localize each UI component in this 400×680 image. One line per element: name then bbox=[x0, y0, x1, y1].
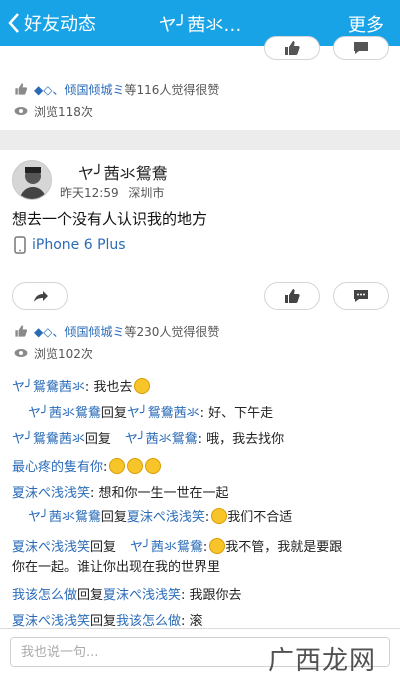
reply-word: 回复 bbox=[90, 540, 117, 555]
comment-reply-to[interactable]: ヤ╯鴛鴦茜氺 bbox=[127, 406, 200, 421]
post-location: 深圳市 bbox=[128, 186, 165, 200]
comment-author[interactable]: 夏沫ぺ浅浅笑 bbox=[12, 540, 90, 555]
comment-item[interactable]: 我该怎么做回复夏沫ぺ浅浅笑: 我跟你去 bbox=[12, 584, 242, 603]
share-icon bbox=[34, 291, 48, 302]
comment-item[interactable]: 最心疼的隻有你: bbox=[12, 456, 162, 475]
likes-row: ◆◇、倾国倾城ミ 等230人觉得很赞 bbox=[12, 322, 219, 340]
comment-icon bbox=[354, 290, 368, 302]
views-row: 浏览102次 bbox=[12, 344, 93, 362]
comment-reply-to[interactable]: 我该怎么做 bbox=[116, 614, 181, 629]
liker-name[interactable]: ◆◇、倾国倾城ミ bbox=[34, 81, 124, 98]
comment-author[interactable]: ヤ╯鴛鴦茜氺 bbox=[12, 432, 85, 447]
views-text: 浏览102次 bbox=[34, 346, 93, 361]
thumbs-up-icon bbox=[285, 41, 300, 55]
post-meta: 昨天12:59 深圳市 bbox=[60, 184, 164, 201]
comment-colon: : bbox=[204, 510, 210, 525]
comment-author[interactable]: ヤ╯鴛鴦茜氺 bbox=[12, 380, 85, 395]
comment-reply-to[interactable]: 夏沫ぺ浅浅笑 bbox=[103, 588, 181, 603]
reply-word: 回复 bbox=[77, 588, 104, 603]
comment-button[interactable] bbox=[333, 282, 389, 310]
thumbs-up-icon bbox=[285, 289, 300, 303]
comment-item[interactable]: 夏沫ぺ浅浅笑回复 ヤ╯茜氺鴛鴦: 我不管，我就是要跟 bbox=[12, 536, 342, 555]
laugh-emoji-icon bbox=[134, 378, 151, 394]
comment-text: : 我也去 bbox=[84, 380, 133, 395]
comment-reply-to[interactable]: 夏沫ぺ浅浅笑 bbox=[127, 510, 205, 525]
device-label: iPhone 6 Plus bbox=[14, 236, 126, 254]
comment-text: : 好、下午走 bbox=[199, 406, 274, 421]
thumbs-up-icon bbox=[12, 80, 30, 98]
reply-word: 回复 bbox=[90, 614, 117, 629]
reply-word: 回复 bbox=[100, 406, 127, 421]
post-card-2: ヤ╯茜氺鴛鴦 昨天12:59 深圳市 想去一个没有人认识我的地方 iPhone … bbox=[0, 150, 400, 629]
likes-text: 等230人觉得很赞 bbox=[124, 324, 220, 339]
device-name: iPhone 6 Plus bbox=[32, 237, 126, 253]
comment-author[interactable]: 夏沫ぺ浅浅笑 bbox=[12, 614, 90, 629]
comment-author[interactable]: 夏沫ぺ浅浅笑 bbox=[12, 486, 90, 501]
comment-text: : bbox=[103, 460, 108, 475]
comment-item[interactable]: ヤ╯鴛鴦茜氺: 我也去 bbox=[12, 376, 151, 395]
comment-item[interactable]: 夏沫ぺ浅浅笑: 想和你一生一世在一起 bbox=[12, 482, 229, 501]
comment-text: : 想和你一生一世在一起 bbox=[90, 486, 229, 501]
likes-row: ◆◇、倾国倾城ミ 等116人觉得很赞 bbox=[12, 80, 219, 98]
comment-text: : 哦，我去找你 bbox=[197, 432, 285, 447]
phone-icon bbox=[14, 236, 26, 254]
comment-item[interactable]: ヤ╯鴛鴦茜氺回复 ヤ╯茜氺鴛鴦: 哦，我去找你 bbox=[12, 428, 284, 447]
views-row: 浏览118次 bbox=[12, 102, 93, 120]
comment-text: 我们不合适 bbox=[227, 510, 293, 525]
views-text: 浏览118次 bbox=[34, 104, 93, 119]
like-button[interactable] bbox=[264, 282, 320, 310]
thinking-emoji-icon bbox=[211, 508, 228, 524]
watermark: 广西龙网 bbox=[268, 646, 377, 676]
chevron-left-icon bbox=[8, 13, 19, 33]
more-button[interactable]: 更多 bbox=[348, 11, 384, 37]
comment-author[interactable]: ヤ╯茜氺鴛鴦 bbox=[28, 510, 101, 525]
comment-reply-to[interactable]: ヤ╯茜氺鴛鴦 bbox=[130, 540, 203, 555]
share-button[interactable] bbox=[12, 282, 68, 310]
laugh-emoji-icon bbox=[145, 458, 162, 474]
comment-author[interactable]: ヤ╯茜氺鴛鴦 bbox=[28, 406, 101, 421]
post-card-1: ◆◇、倾国倾城ミ 等116人觉得很赞 浏览118次 bbox=[0, 36, 400, 130]
post-text: 想去一个没有人认识我的地方 bbox=[12, 210, 208, 228]
comment-text: : 我跟你去 bbox=[181, 588, 242, 603]
back-label: 好友动态 bbox=[24, 14, 96, 35]
comment-item[interactable]: ヤ╯茜氺鴛鴦回复ヤ╯鴛鴦茜氺: 好、下午走 bbox=[28, 402, 273, 421]
page-title: ヤ╯茜氺… bbox=[158, 15, 242, 36]
liker-name[interactable]: ◆◇、倾国倾城ミ bbox=[34, 323, 124, 340]
crying-emoji-icon bbox=[209, 538, 226, 554]
like-button[interactable] bbox=[264, 36, 320, 60]
comment-text: 我不管，我就是要跟 bbox=[225, 540, 343, 555]
comment-item[interactable]: 夏沫ぺ浅浅笑回复我该怎么做: 滚 bbox=[12, 610, 203, 629]
post-time: 昨天12:59 bbox=[60, 186, 119, 200]
comment-colon: : bbox=[202, 540, 208, 555]
laugh-emoji-icon bbox=[109, 458, 126, 474]
eye-icon bbox=[12, 102, 30, 120]
comment-author[interactable]: 我该怎么做 bbox=[12, 588, 77, 603]
comment-item[interactable]: ヤ╯茜氺鴛鴦回复夏沫ぺ浅浅笑: 我们不合适 bbox=[28, 506, 292, 525]
avatar[interactable] bbox=[12, 160, 52, 200]
comment-text: : 滚 bbox=[181, 614, 203, 629]
reply-word: 回复 bbox=[84, 432, 111, 447]
user-name[interactable]: ヤ╯茜氺鴛鴦 bbox=[78, 160, 168, 184]
reply-word: 回复 bbox=[100, 510, 127, 525]
eye-icon bbox=[12, 344, 30, 362]
comment-author[interactable]: 最心疼的隻有你 bbox=[12, 460, 103, 475]
back-button[interactable]: 好友动态 bbox=[6, 8, 96, 38]
comment-button[interactable] bbox=[333, 36, 389, 60]
comment-reply-to[interactable]: ヤ╯茜氺鴛鴦 bbox=[125, 432, 198, 447]
likes-text: 等116人觉得很赞 bbox=[124, 82, 220, 97]
comment-icon bbox=[354, 42, 368, 54]
comment-continuation: 你在一起。谁让你出现在我的世界里 bbox=[12, 560, 221, 575]
thumbs-up-icon bbox=[12, 322, 30, 340]
laugh-emoji-icon bbox=[127, 458, 144, 474]
